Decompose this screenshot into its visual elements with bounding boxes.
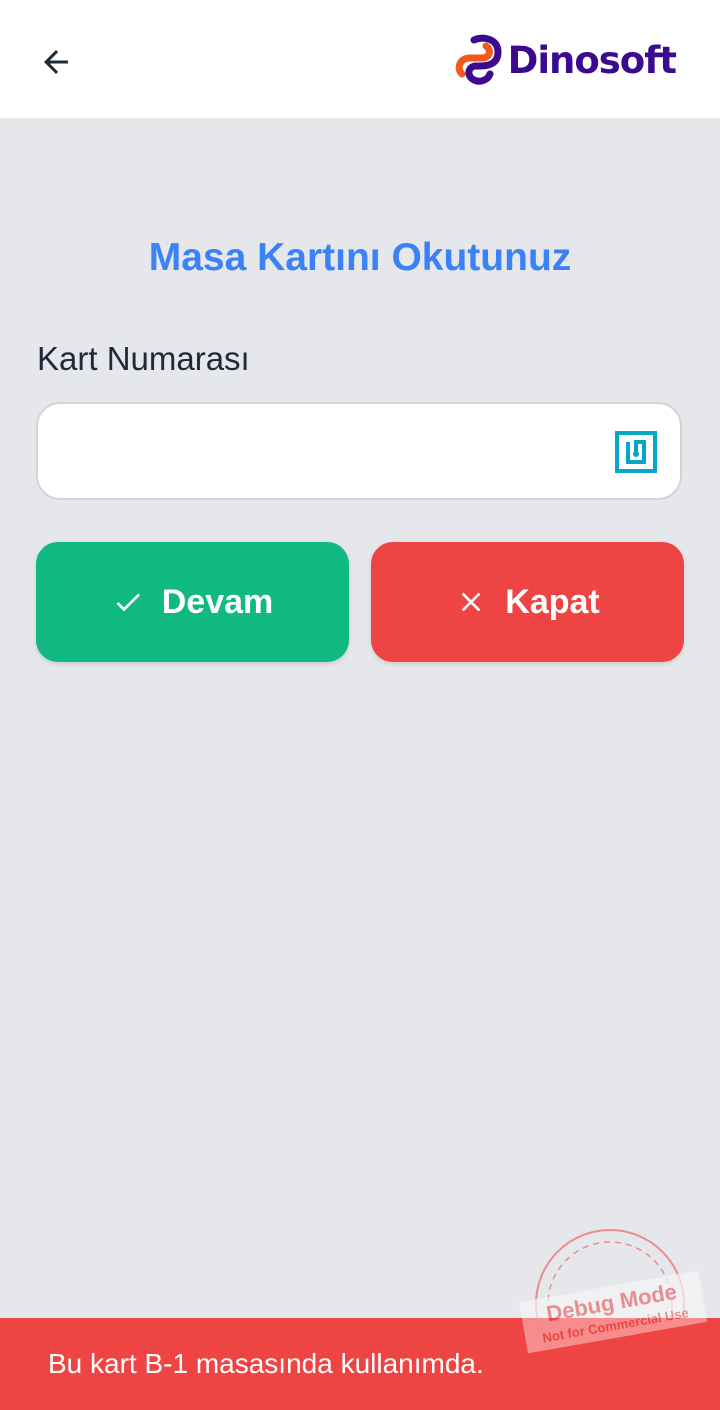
logo-mark-icon <box>455 34 502 85</box>
card-number-label: Kart Numarası <box>37 340 250 377</box>
card-number-field[interactable] <box>36 402 682 500</box>
arrow-left-icon <box>44 50 68 74</box>
page-title: Masa Kartını Okutunuz <box>148 236 572 279</box>
error-snackbar: Bu kart B-1 masasında kullanımda. <box>0 1318 720 1410</box>
snackbar-message: Bu kart B-1 masasında kullanımda. <box>48 1348 484 1379</box>
check-icon <box>116 593 140 612</box>
logo-text: Dinosoft <box>507 38 677 82</box>
back-button[interactable] <box>26 32 86 92</box>
close-icon <box>461 592 481 612</box>
devam-button-label: Devam <box>161 582 274 621</box>
dinosoft-logo: Dinosoft <box>454 34 677 86</box>
kapat-button-label: Kapat <box>505 582 600 621</box>
devam-button[interactable]: Devam <box>36 542 349 662</box>
nfc-icon[interactable] <box>614 430 658 474</box>
kapat-button[interactable]: Kapat <box>371 542 684 662</box>
app-bar: Dinosoft <box>0 0 720 118</box>
card-number-input[interactable] <box>58 404 602 500</box>
